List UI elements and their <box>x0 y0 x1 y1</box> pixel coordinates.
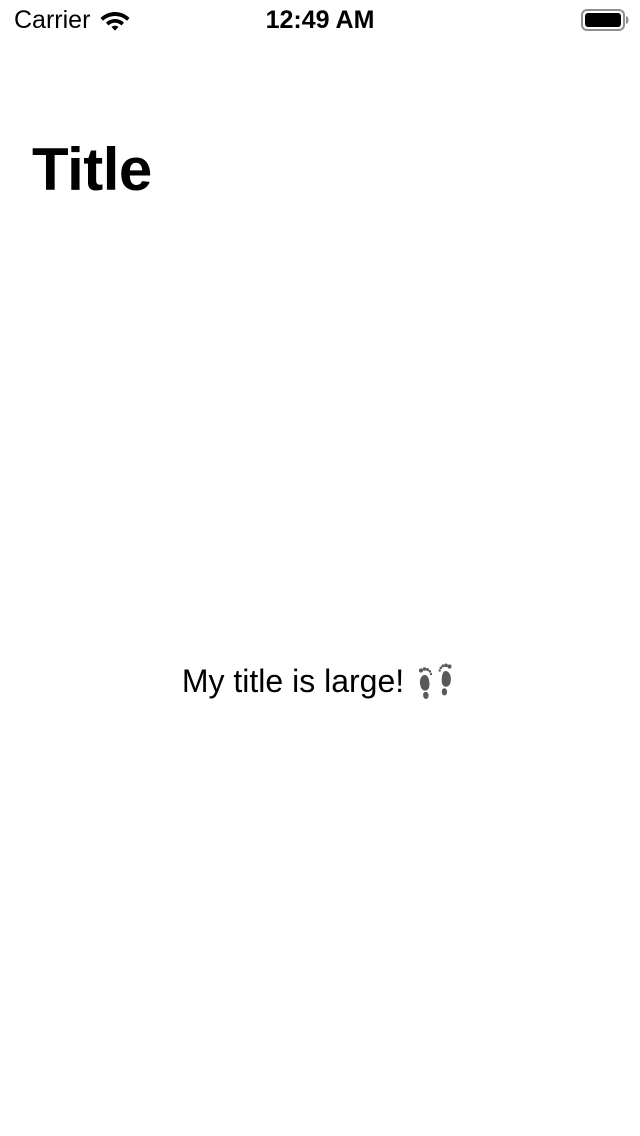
battery-icon <box>581 9 629 31</box>
footprints-icon <box>419 663 452 699</box>
page-title: Title <box>32 136 152 203</box>
content-row: My title is large! <box>0 656 640 706</box>
status-time: 12:49 AM <box>265 6 375 34</box>
content-label: My title is large! <box>181 663 405 699</box>
status-bar: Carrier 12:49 AM <box>0 0 640 40</box>
